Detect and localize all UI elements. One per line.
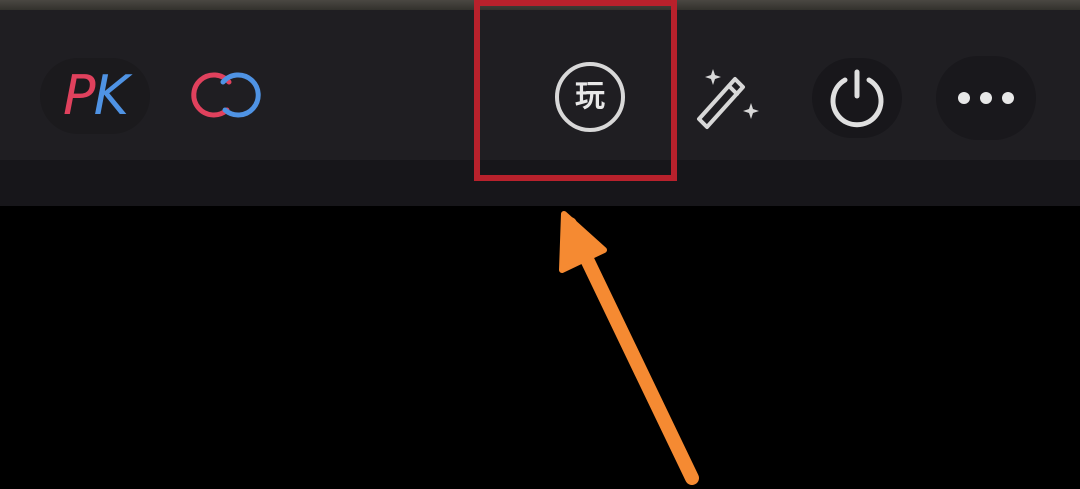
link-button[interactable] bbox=[172, 60, 282, 132]
play-label: 玩 bbox=[575, 79, 605, 114]
pk-button[interactable]: PK bbox=[40, 58, 150, 134]
more-dots-icon bbox=[958, 92, 1014, 104]
magic-wand-button[interactable] bbox=[686, 60, 768, 136]
play-icon: 玩 bbox=[555, 62, 625, 132]
power-button[interactable] bbox=[812, 58, 902, 138]
link-rings-icon bbox=[191, 72, 261, 118]
play-button[interactable]: 玩 bbox=[544, 56, 636, 138]
live-toolbar: PK 玩 bbox=[0, 10, 1080, 206]
power-icon bbox=[830, 69, 884, 128]
orange-arrow bbox=[559, 211, 699, 485]
toolbar-lower-band bbox=[0, 160, 1080, 206]
pk-letter-p: P bbox=[63, 64, 96, 127]
pk-letter-k: K bbox=[93, 64, 129, 127]
more-button[interactable] bbox=[936, 56, 1036, 140]
magic-wand-icon bbox=[697, 69, 759, 129]
